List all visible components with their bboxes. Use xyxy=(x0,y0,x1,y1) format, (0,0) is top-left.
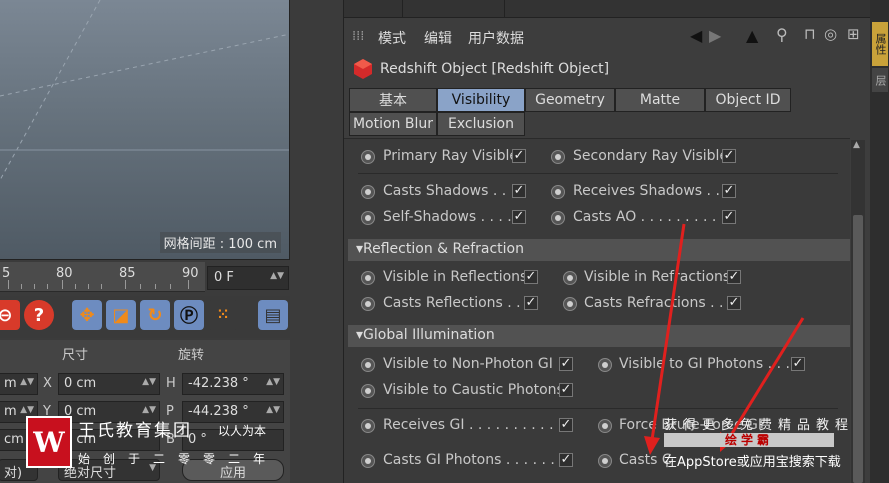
watermark-text: 获得更多免费精品教程 xyxy=(664,418,855,433)
annotation-arrow xyxy=(650,223,686,441)
annotation-arrows xyxy=(644,223,805,455)
watermark-text: 在AppStore或应用宝搜索下载 xyxy=(664,455,841,470)
arrowhead-icon xyxy=(644,436,660,455)
watermark-banner: 绘学霸 xyxy=(664,433,834,447)
